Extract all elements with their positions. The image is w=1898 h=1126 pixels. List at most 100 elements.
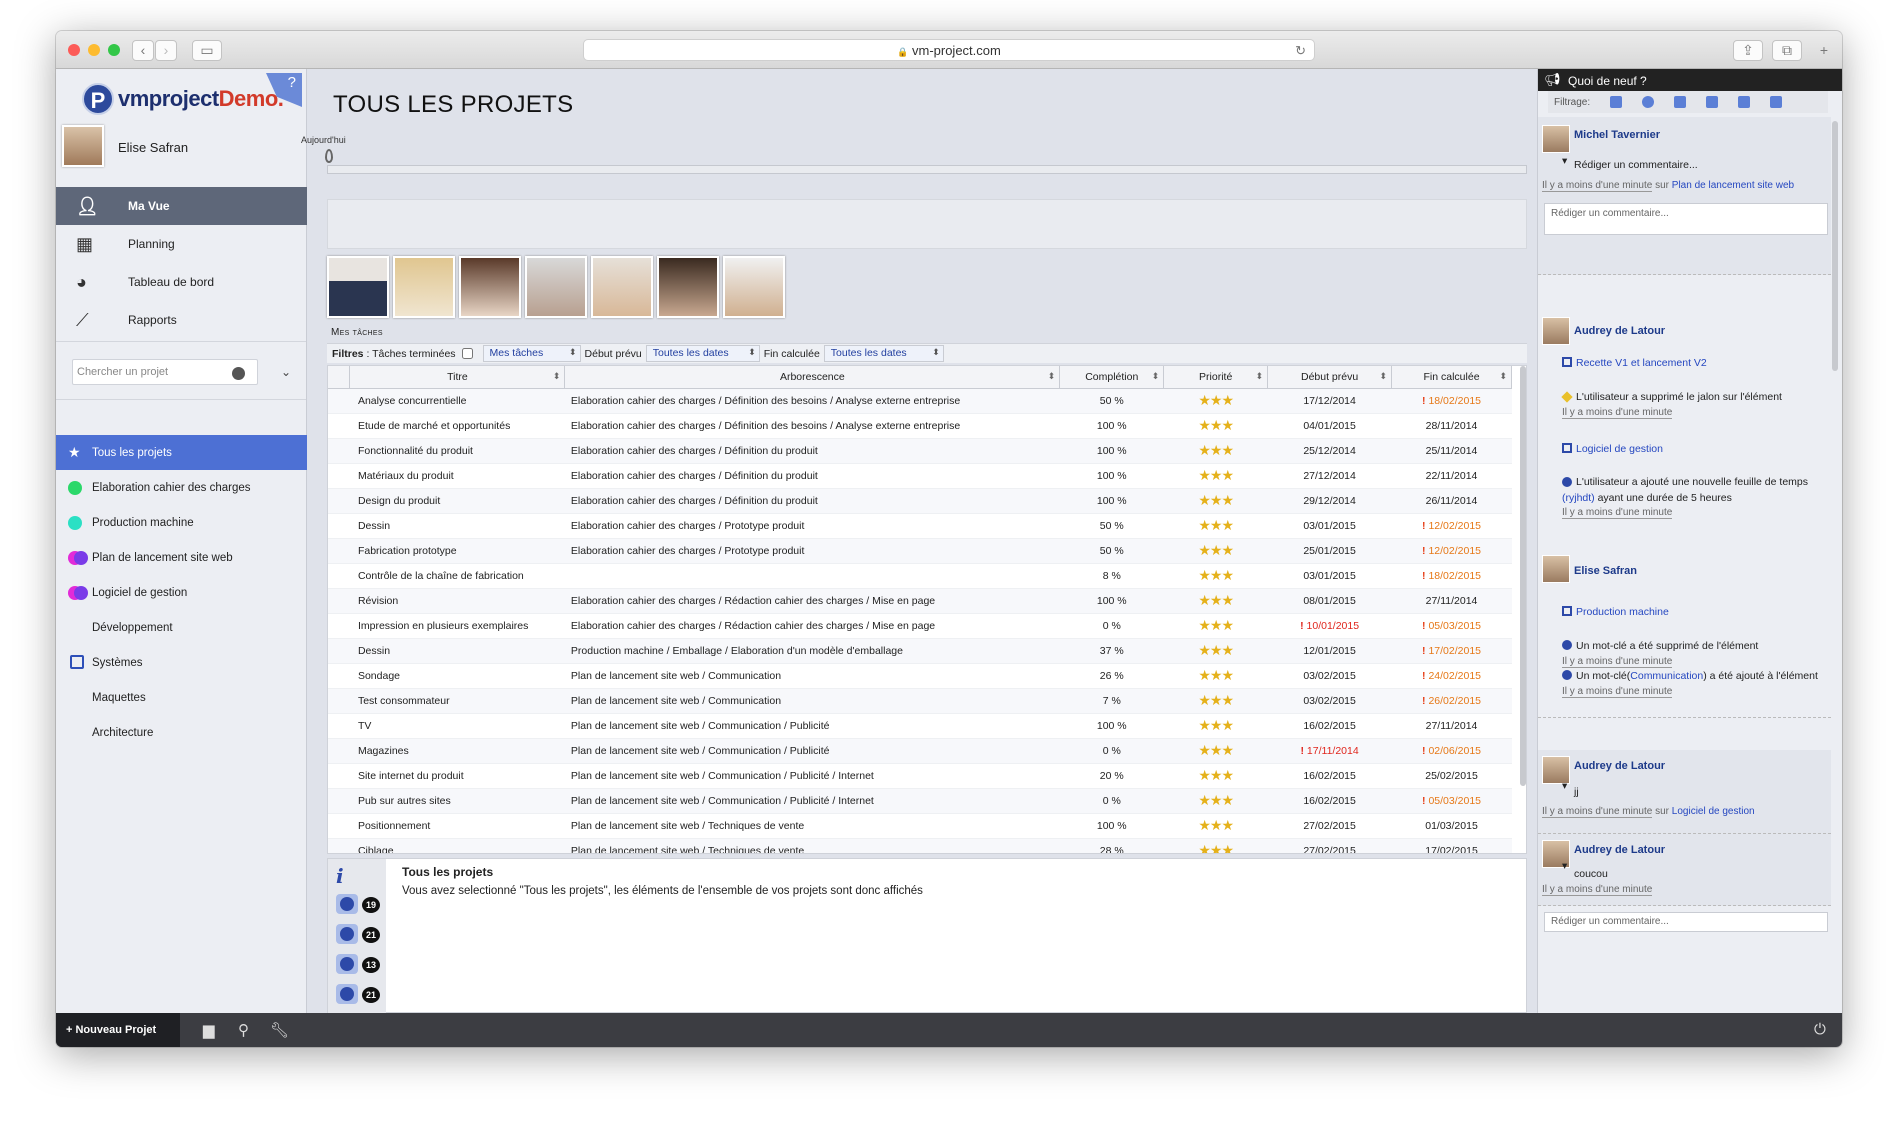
comment-input[interactable]: Rédiger un commentaire...	[1544, 912, 1828, 932]
chevron-down-icon[interactable]: ⌄	[281, 365, 291, 379]
avatar[interactable]	[393, 256, 455, 318]
folder-filter-icon[interactable]	[1738, 96, 1751, 108]
priority-stars-icon[interactable]: ★★★	[1198, 717, 1234, 733]
nav-ma-vue[interactable]: 👤︎ Ma Vue	[56, 187, 317, 225]
table-row[interactable]: Révision Elaboration cahier des charges /…	[328, 588, 1512, 614]
tab-tasks[interactable]: 21	[328, 919, 386, 949]
feed-author[interactable]: Elise Safran	[1574, 565, 1637, 577]
table-row[interactable]: Dessin Production machine / Emballage / E…	[328, 638, 1512, 664]
tab-info[interactable]: i	[328, 859, 386, 889]
sidebar-toggle-icon[interactable]: ▭	[192, 40, 222, 61]
col-completion[interactable]: Complétion	[1059, 366, 1165, 389]
done-tasks-checkbox[interactable]	[461, 348, 473, 359]
table-row[interactable]: Fabrication prototype Elaboration cahier …	[328, 538, 1512, 564]
feed-project-link[interactable]: Logiciel de gestion	[1576, 443, 1663, 455]
share-icon[interactable]: ⇪	[1733, 40, 1763, 61]
feed-author[interactable]: Audrey de Latour	[1574, 760, 1665, 772]
briefcase-filter-icon[interactable]	[1706, 96, 1719, 108]
timeline-bar[interactable]	[327, 165, 1527, 174]
priority-stars-icon[interactable]: ★★★	[1198, 392, 1234, 408]
priority-stars-icon[interactable]: ★★★	[1198, 567, 1234, 583]
priority-stars-icon[interactable]: ★★★	[1198, 417, 1234, 433]
start-date-select[interactable]: Toutes les dates	[645, 345, 760, 362]
table-row[interactable]: Pub sur autres sites Plan de lancement si…	[328, 788, 1512, 814]
table-row[interactable]: Test consommateur Plan de lancement site …	[328, 688, 1512, 714]
feed-project-link[interactable]: Plan de lancement site web	[1672, 180, 1794, 191]
priority-stars-icon[interactable]: ★★★	[1198, 742, 1234, 758]
feed-author[interactable]: Audrey de Latour	[1574, 844, 1665, 856]
avatar[interactable]	[327, 256, 389, 318]
keyword-link[interactable]: Communication	[1630, 670, 1703, 682]
back-icon[interactable]: ‹	[132, 40, 154, 61]
table-row[interactable]: Positionnement Plan de lancement site web…	[328, 813, 1512, 839]
tab-users[interactable]: 21	[328, 979, 386, 1009]
tasks-table-container[interactable]: Titre Arborescence Complétion Priorité D…	[327, 365, 1527, 854]
project-filter-icon[interactable]	[1674, 96, 1687, 108]
table-row[interactable]: Site internet du produit Plan de lancemen…	[328, 763, 1512, 789]
tab-timesheets[interactable]: 19	[328, 889, 386, 919]
project-tous-les-projets[interactable]: ★ Tous les projets	[56, 435, 307, 470]
avatar[interactable]	[657, 256, 719, 318]
feed-project-link[interactable]: Logiciel de gestion	[1672, 806, 1755, 817]
minimize-window-button[interactable]	[88, 44, 100, 56]
owner-select[interactable]: Mes tâches	[482, 345, 581, 362]
avatar[interactable]	[1542, 317, 1570, 345]
table-row[interactable]: Analyse concurrentielle Elaboration cahie…	[328, 388, 1512, 414]
feed-author[interactable]: Audrey de Latour	[1574, 325, 1665, 337]
project-plan-lancement[interactable]: Plan de lancement site web	[56, 540, 307, 575]
project-systemes[interactable]: Systèmes	[56, 645, 307, 680]
col-fin-calculee[interactable]: Fin calculée	[1391, 366, 1512, 389]
new-tab-icon[interactable]: +	[1812, 41, 1836, 62]
table-row[interactable]: Design du produit Elaboration cahier des …	[328, 488, 1512, 514]
nav-planning[interactable]: ▦ Planning	[56, 225, 307, 263]
priority-stars-icon[interactable]: ★★★	[1198, 842, 1234, 853]
priority-stars-icon[interactable]: ★★★	[1198, 467, 1234, 483]
priority-stars-icon[interactable]: ★★★	[1198, 542, 1234, 558]
table-row[interactable]: Impression en plusieurs exemplaires Elabo…	[328, 613, 1512, 639]
user-filter-icon[interactable]	[1770, 96, 1783, 108]
priority-stars-icon[interactable]: ★★★	[1198, 492, 1234, 508]
tab-documents[interactable]: 13	[328, 949, 386, 979]
project-architecture[interactable]: Architecture	[56, 715, 307, 750]
priority-stars-icon[interactable]: ★★★	[1198, 617, 1234, 633]
priority-stars-icon[interactable]: ★★★	[1198, 517, 1234, 533]
timesheet-link[interactable]: (ryjhdt)	[1562, 492, 1595, 504]
new-project-button[interactable]: + Nouveau Projet	[56, 1013, 180, 1047]
project-search-input[interactable]: Chercher un projet	[72, 359, 258, 385]
feed-project-link[interactable]: Production machine	[1576, 606, 1669, 618]
search-icon[interactable]: ⚲	[238, 1021, 249, 1039]
priority-stars-icon[interactable]: ★★★	[1198, 667, 1234, 683]
clock-filter-icon[interactable]	[1642, 96, 1655, 108]
vmproject-logo[interactable]: P vmprojectDemo.	[82, 81, 284, 117]
priority-stars-icon[interactable]: ★★★	[1198, 692, 1234, 708]
feed-project-link[interactable]: Recette V1 et lancement V2	[1576, 357, 1707, 369]
project-maquettes[interactable]: Maquettes	[56, 680, 307, 715]
avatar[interactable]	[1542, 125, 1570, 153]
priority-stars-icon[interactable]: ★★★	[1198, 642, 1234, 658]
reload-icon[interactable]: ↻	[1295, 40, 1306, 61]
table-row[interactable]: Magazines Plan de lancement site web / Co…	[328, 738, 1512, 764]
comment-input[interactable]: Rédiger un commentaire...	[1544, 203, 1828, 235]
nav-tableau-de-bord[interactable]: ◕ Tableau de bord	[56, 263, 307, 301]
avatar[interactable]	[525, 256, 587, 318]
project-developpement[interactable]: Développement	[56, 610, 307, 645]
priority-stars-icon[interactable]: ★★★	[1198, 817, 1234, 833]
table-row[interactable]: Matériaux du produit Elaboration cahier d…	[328, 463, 1512, 489]
avatar[interactable]	[591, 256, 653, 318]
feed-scrollbar[interactable]	[1832, 121, 1838, 371]
power-icon[interactable]: ⏻	[1814, 1021, 1826, 1038]
table-row[interactable]: Contrôle de la chaîne de fabrication 8 % ★…	[328, 563, 1512, 589]
today-marker-icon[interactable]	[325, 149, 333, 163]
table-row[interactable]: Dessin Elaboration cahier des charges / P…	[328, 513, 1512, 539]
priority-stars-icon[interactable]: ★★★	[1198, 767, 1234, 783]
tabs-icon[interactable]: ⧉	[1772, 40, 1802, 61]
col-priorite[interactable]: Priorité	[1163, 366, 1269, 389]
priority-stars-icon[interactable]: ★★★	[1198, 792, 1234, 808]
address-bar[interactable]: 🔒 vm-project.com ↻	[583, 39, 1315, 61]
feed-author[interactable]: Michel Tavernier	[1574, 129, 1660, 141]
project-production-machine[interactable]: Production machine	[56, 505, 307, 540]
table-row[interactable]: Ciblage Plan de lancement site web / Tech…	[328, 838, 1512, 853]
close-window-button[interactable]	[68, 44, 80, 56]
avatar[interactable]	[459, 256, 521, 318]
user-name[interactable]: Elise Safran	[118, 140, 188, 155]
